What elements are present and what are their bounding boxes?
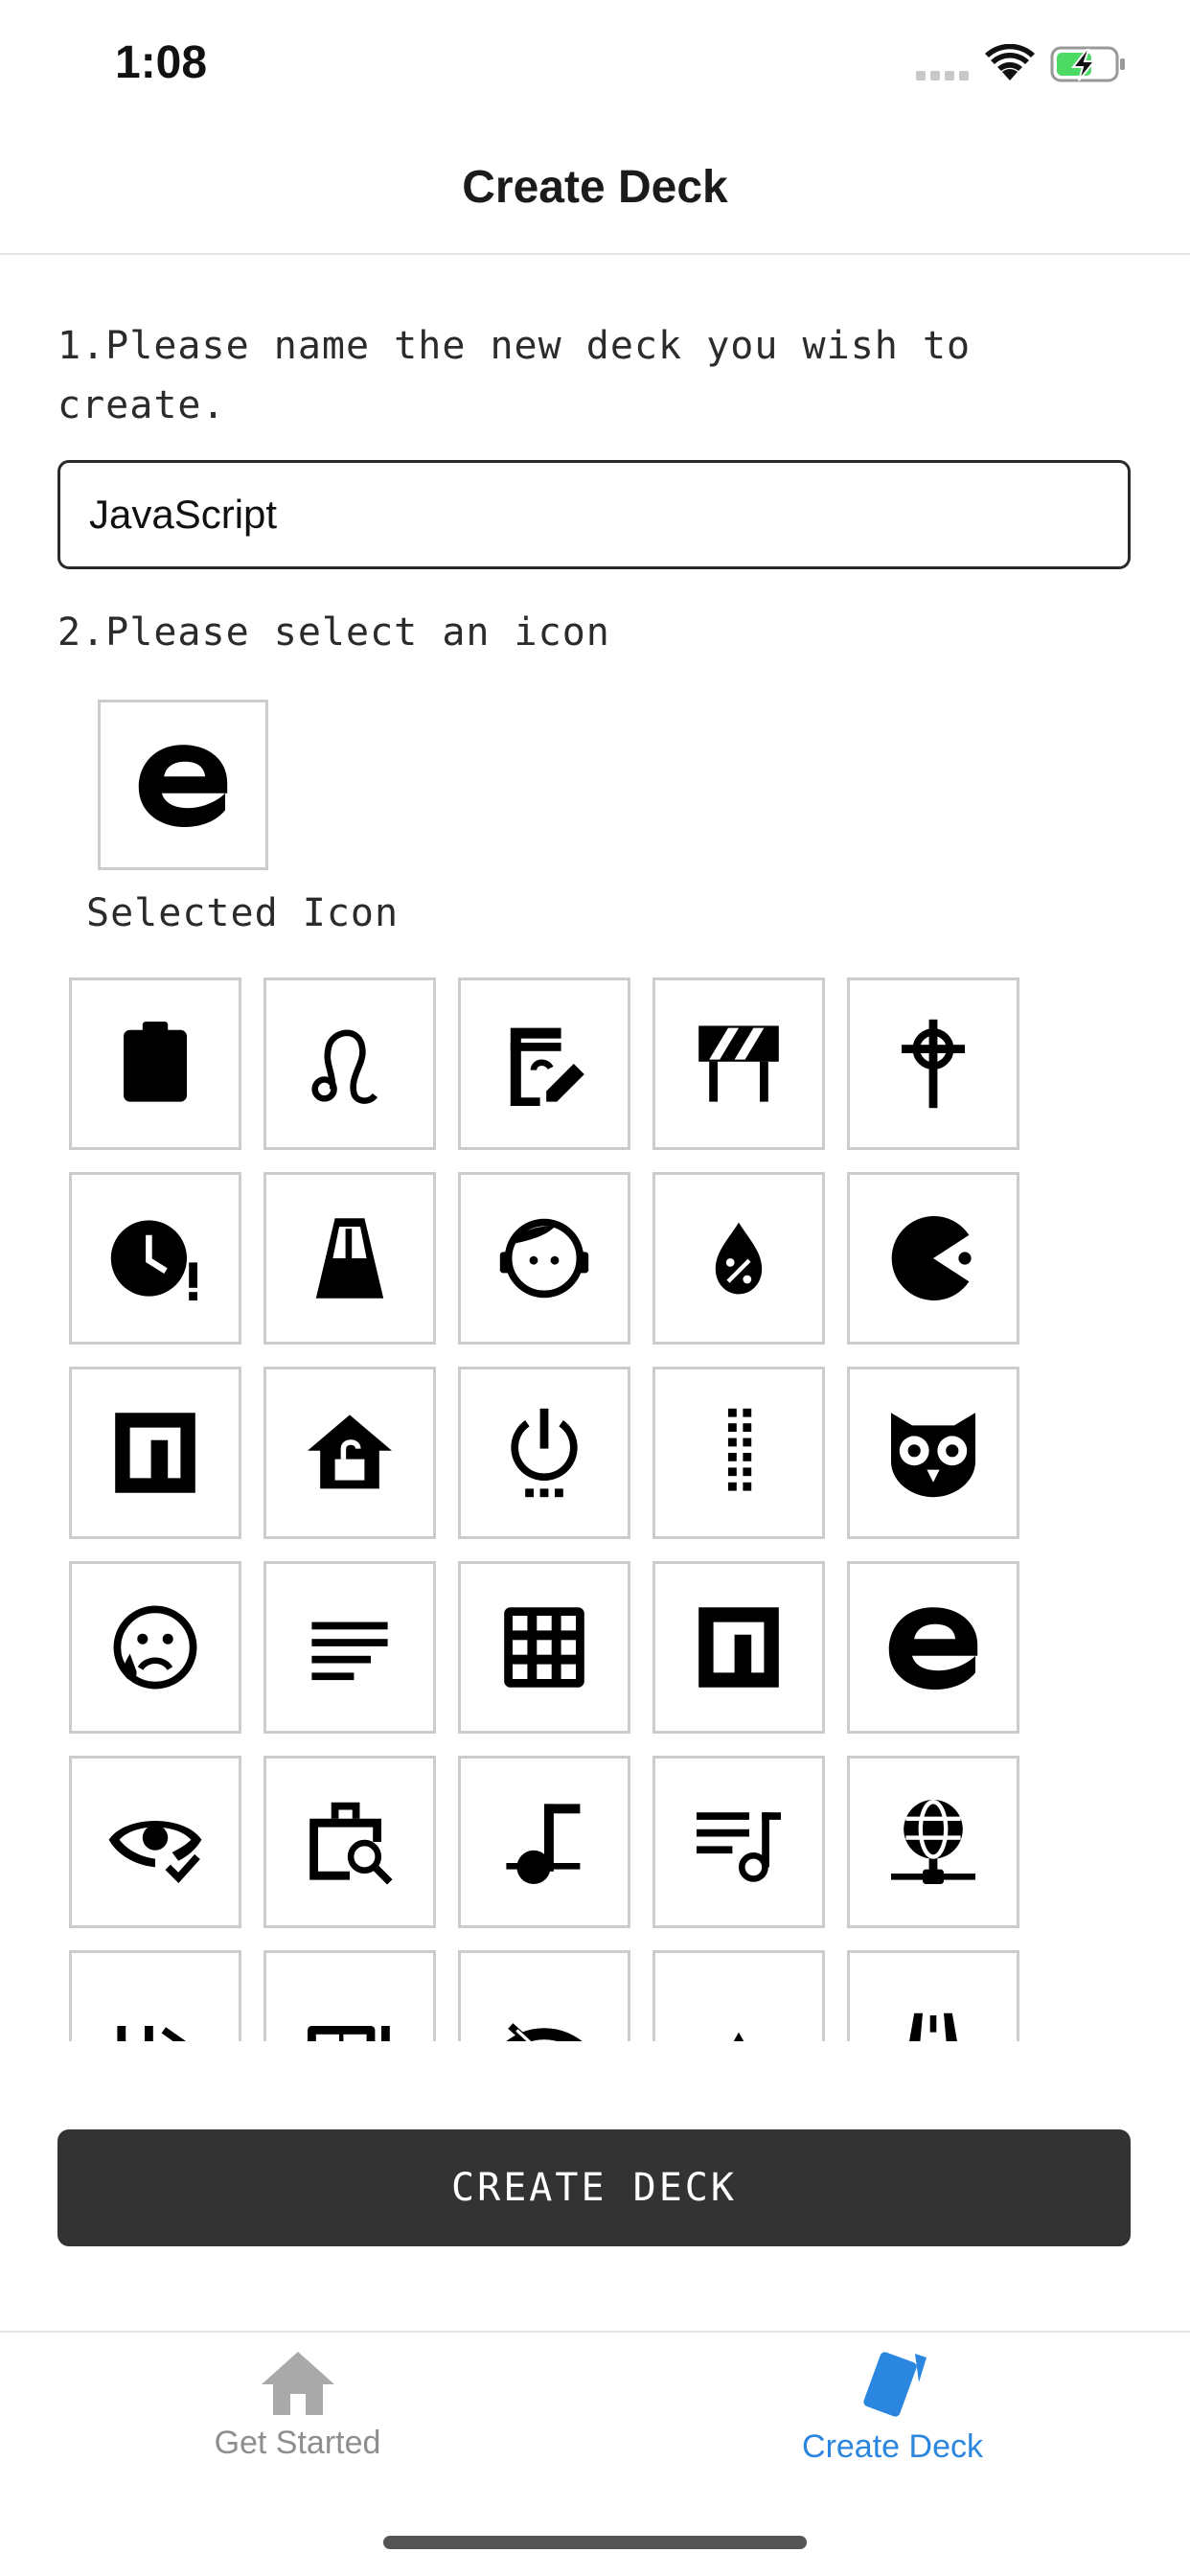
edge-e-icon [888, 1607, 978, 1690]
icon-option-playlist-music[interactable] [652, 1756, 825, 1928]
web-network-icon [891, 1800, 975, 1884]
icon-option-triangle[interactable] [652, 1950, 825, 2041]
npm-icon [115, 1413, 195, 1493]
icon-option-power-settings[interactable] [458, 1367, 630, 1539]
power-settings-icon [511, 1408, 578, 1498]
tab-create-deck[interactable]: Create Deck [595, 2333, 1190, 2505]
icon-grid [57, 978, 1092, 2041]
nav-header: Create Deck [0, 134, 1190, 255]
celtic-cross-icon [902, 1019, 965, 1109]
support-agent-icon [499, 1218, 589, 1299]
clipboard-icon [124, 1022, 187, 1102]
icon-option-emoticon-cry[interactable] [69, 1561, 241, 1734]
dots-vertical-icon [728, 1408, 752, 1491]
icon-option-edit-calendar[interactable] [458, 978, 630, 1150]
tab-label-create-deck: Create Deck [802, 2428, 983, 2465]
icon-option-npm[interactable] [69, 1367, 241, 1539]
music-note-icon [506, 1804, 581, 1884]
wifi-off-icon [506, 2023, 583, 2041]
pacman-icon [891, 1216, 972, 1300]
icon-option-support-agent[interactable] [458, 1172, 630, 1345]
icon-option-celtic-cross[interactable] [847, 978, 1019, 1150]
icon-option-dots-vertical[interactable] [652, 1367, 825, 1539]
leo-icon [311, 1029, 378, 1104]
screen: 1:08 Create Deck 1.Please name the new d… [0, 0, 1190, 2576]
road-icon [909, 2012, 957, 2041]
create-deck-button[interactable]: CREATE DECK [57, 2129, 1131, 2246]
deck-name-instruction: 1.Please name the new deck you wish to c… [57, 324, 972, 427]
tab-get-started[interactable]: Get Started [0, 2333, 595, 2505]
icon-option-metronome[interactable] [263, 1172, 436, 1345]
briefcase-search-icon [309, 1802, 393, 1885]
icon-option-edge-e[interactable] [847, 1561, 1019, 1734]
icon-option-pacman[interactable] [847, 1172, 1019, 1345]
icon-option-owl[interactable] [847, 1367, 1019, 1539]
wifi-icon [985, 44, 1035, 80]
icon-option-npm-2[interactable] [652, 1561, 825, 1734]
edit-calendar-icon [510, 1027, 584, 1106]
home-lock-open-icon [308, 1414, 392, 1489]
selected-icon-preview [98, 700, 268, 870]
home-indicator [383, 2536, 807, 2549]
grid-icon [504, 1607, 584, 1688]
icon-option-clipboard[interactable] [69, 978, 241, 1150]
deck-name-input[interactable] [57, 460, 1131, 569]
owl-icon [891, 1413, 975, 1498]
icon-option-web-network[interactable] [847, 1756, 1019, 1928]
edge-e-icon [138, 745, 228, 827]
selected-icon-label: Selected Icon [86, 891, 400, 935]
icon-option-format-align-left[interactable] [263, 1561, 436, 1734]
icon-option-clock-alert[interactable] [69, 1172, 241, 1345]
battery-charging-icon [1050, 46, 1125, 82]
icon-option-percent-drop[interactable] [652, 1172, 825, 1345]
page-title: Create Deck [462, 162, 728, 213]
status-time: 1:08 [115, 37, 208, 88]
status-bar: 1:08 [0, 0, 1190, 134]
metronome-icon [315, 1218, 384, 1299]
icon-option-eye-check[interactable] [69, 1756, 241, 1928]
triangle-icon [733, 2032, 744, 2041]
icon-option-briefcase-search[interactable] [263, 1756, 436, 1928]
format-align-left-icon [311, 1622, 388, 1681]
icon-option-construction-barrier[interactable] [652, 978, 825, 1150]
icon-select-instruction: 2.Please select an icon [57, 610, 610, 655]
cellular-signal-icon [916, 71, 969, 80]
icon-option-home-lock-open[interactable] [263, 1367, 436, 1539]
emoticon-cry-icon [113, 1605, 197, 1690]
icon-option-road[interactable] [847, 1950, 1019, 2041]
code-tags-icon [117, 2026, 187, 2041]
tab-label-get-started: Get Started [214, 2425, 381, 2461]
cards-icon [862, 2352, 927, 2417]
home-icon [261, 2352, 334, 2415]
percent-drop-icon [715, 1222, 763, 1295]
icon-option-leo[interactable] [263, 978, 436, 1150]
playlist-music-icon [697, 1812, 781, 1882]
icon-option-code-tags[interactable] [69, 1950, 241, 2041]
icon-option-music-note[interactable] [458, 1756, 630, 1928]
eye-check-icon [108, 1821, 202, 1883]
icon-option-wifi-off[interactable] [458, 1950, 630, 2041]
construction-barrier-icon [698, 1025, 779, 1102]
clock-alert-icon [110, 1220, 197, 1300]
icon-option-grid[interactable] [458, 1561, 630, 1734]
bookshelf-icon [308, 2026, 390, 2041]
icon-option-bookshelf[interactable] [263, 1950, 436, 2041]
npm-icon [698, 1607, 779, 1688]
